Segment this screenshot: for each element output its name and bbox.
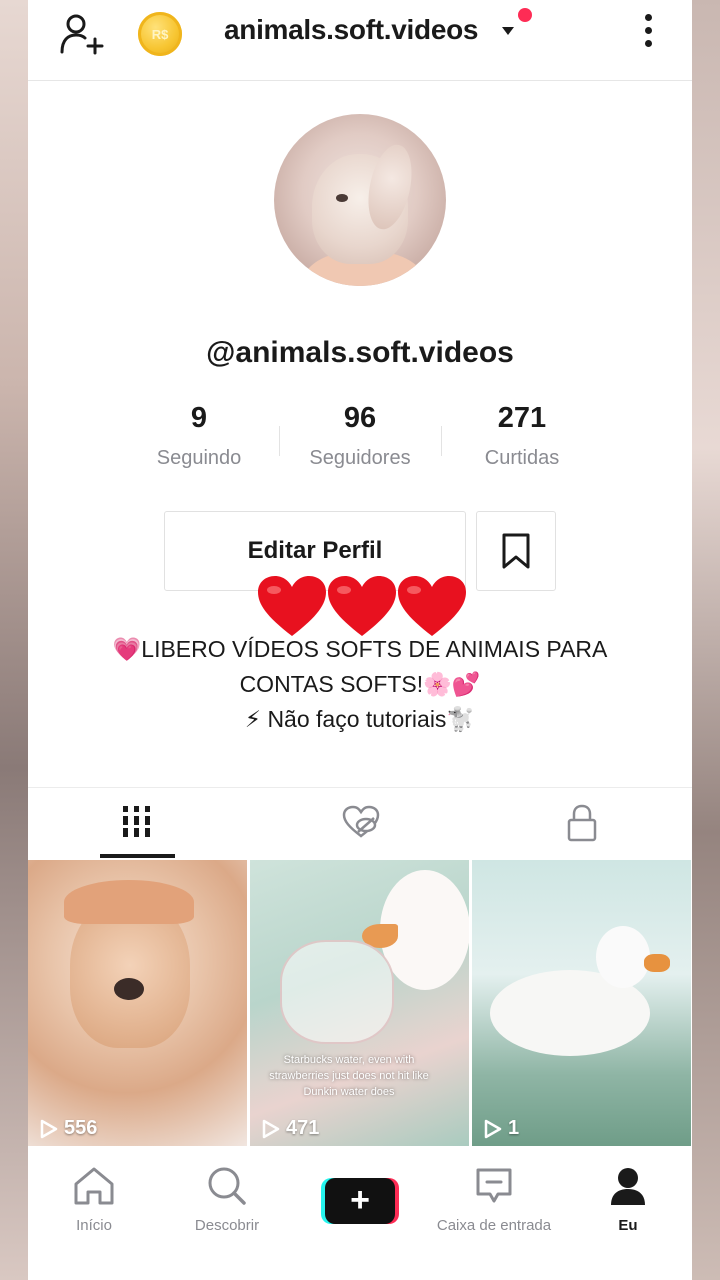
view-count-value: 556 (64, 1117, 98, 1139)
view-count-value: 471 (286, 1117, 320, 1139)
favorites-button[interactable] (476, 511, 556, 591)
app-screen: R$ animals.soft.videos @animals.soft.vid… (28, 0, 692, 1280)
bookmark-icon (502, 533, 530, 569)
inbox-icon (476, 1168, 512, 1203)
video-thumbnail[interactable]: 556 (28, 860, 247, 1146)
nav-inbox[interactable]: Caixa de entrada (434, 1166, 554, 1234)
thumbnail-duck-head (596, 926, 650, 988)
bio-line-3: ⚡ Não faço tutoriais🐩 (244, 706, 476, 732)
create-plus-icon: + (325, 1178, 395, 1224)
stat-following-value: 9 (190, 402, 208, 434)
stat-divider (441, 426, 442, 456)
nav-me[interactable]: Eu (568, 1166, 688, 1234)
nav-home-label: Início (76, 1217, 112, 1234)
bio-line-1: 💗LIBERO VÍDEOS SOFTS DE ANIMAIS PARA (112, 636, 608, 662)
liked-hidden-icon[interactable] (341, 804, 381, 840)
avatar-bunny-eye (336, 194, 348, 202)
stat-following-label: Seguindo (156, 447, 242, 469)
view-count: 1 (484, 1117, 519, 1140)
play-icon (484, 1119, 502, 1138)
video-caption: Starbucks water, even with strawberries … (269, 1054, 429, 1098)
active-tab-indicator (100, 854, 175, 858)
nav-discover[interactable]: Descobrir (167, 1166, 287, 1234)
lock-icon[interactable] (566, 804, 598, 842)
heart-sticker-overlay (256, 574, 472, 640)
add-user-icon[interactable] (58, 12, 104, 56)
blurred-background-left (0, 0, 28, 1280)
profile-handle: @animals.soft.videos (206, 336, 514, 369)
thumbnail-glass (280, 940, 394, 1044)
stat-following[interactable]: 9 Seguindo (129, 402, 269, 470)
nav-home[interactable]: Início (34, 1166, 154, 1234)
heart-icon (398, 576, 466, 636)
view-count: 556 (40, 1117, 97, 1140)
profile-icon (611, 1168, 645, 1205)
stat-likes[interactable]: 271 Curtidas (452, 402, 592, 470)
view-count-value: 1 (508, 1117, 520, 1139)
coins-icon[interactable]: R$ (138, 12, 182, 56)
chevron-down-icon[interactable] (502, 27, 514, 35)
create-video-button[interactable]: + (321, 1178, 399, 1224)
thumbnail-dog-nose (114, 978, 144, 1000)
bottom-navigation: Início Descobrir + Caixa de entrada Eu (28, 1146, 692, 1280)
top-bar: R$ animals.soft.videos (28, 0, 692, 81)
more-options-icon[interactable] (640, 14, 656, 54)
stat-likes-value: 271 (497, 402, 547, 434)
thumbnail-dog-cap (64, 880, 194, 924)
play-icon (262, 1119, 280, 1138)
view-count: 471 (262, 1117, 319, 1140)
account-switcher[interactable]: animals.soft.videos (224, 14, 478, 46)
grid-icon[interactable] (122, 804, 152, 838)
avatar[interactable] (274, 114, 446, 286)
stat-followers[interactable]: 96 Seguidores (290, 402, 430, 470)
nav-discover-label: Descobrir (194, 1217, 260, 1234)
heart-icon (328, 576, 396, 636)
coin-label: R$ (151, 26, 169, 42)
stat-divider (279, 426, 280, 456)
heart-icon (258, 576, 326, 636)
tabs-divider (28, 787, 692, 788)
search-icon (208, 1167, 246, 1205)
video-thumbnail[interactable]: Starbucks water, even with strawberries … (250, 860, 469, 1146)
stat-likes-label: Curtidas (484, 447, 560, 469)
stat-followers-label: Seguidores (309, 447, 411, 469)
play-icon (40, 1119, 58, 1138)
nav-inbox-label: Caixa de entrada (436, 1217, 552, 1234)
blurred-background-right (692, 0, 720, 1280)
video-thumbnail[interactable]: 1 (472, 860, 691, 1146)
stat-followers-value: 96 (343, 402, 377, 434)
home-icon (74, 1167, 114, 1205)
thumbnail-duck-beak (644, 954, 670, 972)
nav-me-label: Eu (618, 1217, 638, 1234)
bio-line-2: CONTAS SOFTS!🌸💕 (239, 671, 481, 697)
notification-dot (518, 8, 532, 22)
